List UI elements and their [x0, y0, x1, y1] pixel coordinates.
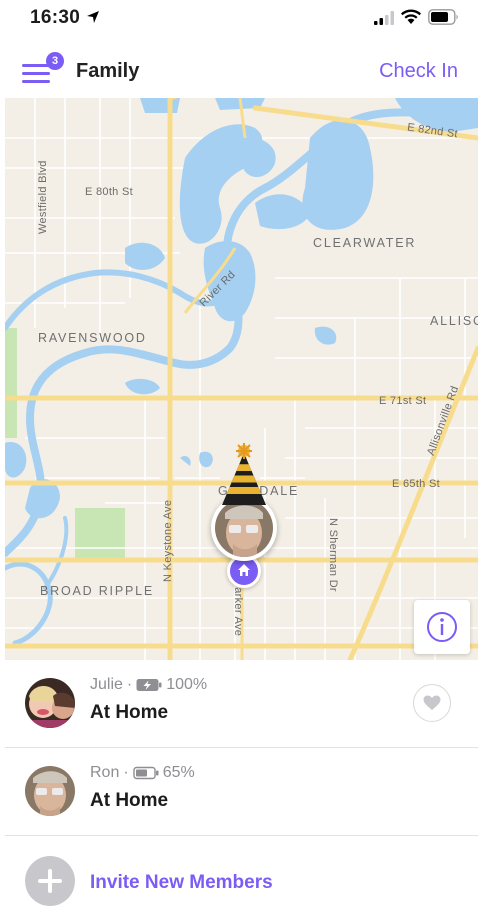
menu-button[interactable]: 3	[18, 52, 64, 86]
member-name: Ron	[90, 764, 120, 781]
street-label: E 65th St	[392, 478, 440, 490]
menu-icon-bar	[22, 72, 50, 75]
avatar	[25, 766, 75, 816]
member-meta: Julie · 100%	[90, 676, 207, 694]
battery-percent: 65%	[162, 764, 195, 781]
battery-icon	[132, 766, 159, 780]
separator: ·	[123, 764, 129, 781]
signal-icon	[374, 11, 394, 25]
avatar	[25, 678, 75, 728]
circle-title[interactable]: Family	[76, 60, 139, 83]
street-label: E 80th St	[85, 186, 133, 198]
invite-members-row[interactable]: Invite New Members	[5, 836, 478, 906]
street-label: E 71st St	[379, 395, 427, 407]
status-bar: 16:30	[0, 0, 478, 36]
map-info-button[interactable]	[414, 600, 470, 654]
app-header: 3 Family Check In	[0, 36, 478, 98]
menu-icon-bar	[22, 80, 50, 83]
battery-percent: 100%	[166, 676, 208, 693]
battery-charging-icon	[136, 679, 162, 691]
street-label: N Sherman Dr	[327, 518, 339, 592]
favorite-button[interactable]	[413, 684, 451, 722]
map-view[interactable]: E 82nd St E 80th St Westfield Blvd River…	[5, 98, 478, 660]
area-label: CLEARWATER	[313, 236, 417, 250]
add-icon	[25, 856, 75, 906]
battery-icon	[428, 9, 458, 25]
area-label: RAVENSWOOD	[38, 331, 147, 345]
info-icon	[427, 612, 457, 642]
invite-button[interactable]: Invite New Members	[90, 872, 273, 894]
member-meta: Ron · 65%	[90, 764, 195, 782]
member-row-ron[interactable]: Ron · 65% At Home	[5, 748, 478, 836]
member-status: At Home	[90, 790, 169, 811]
check-in-button[interactable]: Check In	[379, 60, 458, 83]
street-label: Westfield Blvd	[37, 160, 49, 234]
notification-badge: 3	[46, 52, 64, 70]
heart-icon	[423, 695, 441, 710]
status-time: 16:30	[30, 7, 81, 28]
member-row-julie[interactable]: Julie · 100% At Home	[5, 660, 478, 748]
location-arrow-icon	[87, 11, 99, 23]
separator: ·	[126, 676, 133, 693]
home-icon	[238, 564, 250, 576]
wifi-icon	[401, 9, 421, 24]
street-label: N Keystone Ave	[162, 499, 174, 582]
area-label: ALLISC	[430, 314, 478, 328]
member-status: At Home	[90, 702, 169, 723]
party-hat-icon	[222, 443, 266, 505]
member-name: Julie	[90, 676, 123, 693]
area-label: BROAD RIPPLE	[40, 584, 154, 598]
